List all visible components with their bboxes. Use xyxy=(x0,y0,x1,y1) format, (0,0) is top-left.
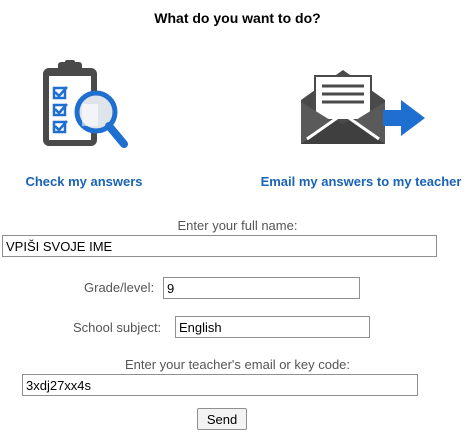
grade-label: Grade/level: xyxy=(84,280,155,295)
full-name-label: Enter your full name: xyxy=(177,218,298,233)
email-answers-option[interactable]: Email my answers to my teacher xyxy=(245,50,475,195)
teacher-code-input[interactable] xyxy=(22,374,418,396)
send-button[interactable]: Send xyxy=(197,408,247,430)
envelope-send-icon xyxy=(301,70,425,144)
grade-input[interactable] xyxy=(163,277,360,299)
clipboard-magnifier-icon xyxy=(43,60,128,148)
email-answers-label: Email my answers to my teacher xyxy=(260,174,462,189)
page-title: What do you want to do? xyxy=(154,10,321,26)
subject-input[interactable] xyxy=(175,316,370,338)
subject-label: School subject: xyxy=(73,320,162,335)
check-answers-label: Check my answers xyxy=(25,174,143,189)
teacher-label: Enter your teacher's email or key code: xyxy=(124,357,351,372)
check-answers-option[interactable]: Check my answers xyxy=(0,50,168,195)
full-name-input[interactable] xyxy=(2,235,437,257)
